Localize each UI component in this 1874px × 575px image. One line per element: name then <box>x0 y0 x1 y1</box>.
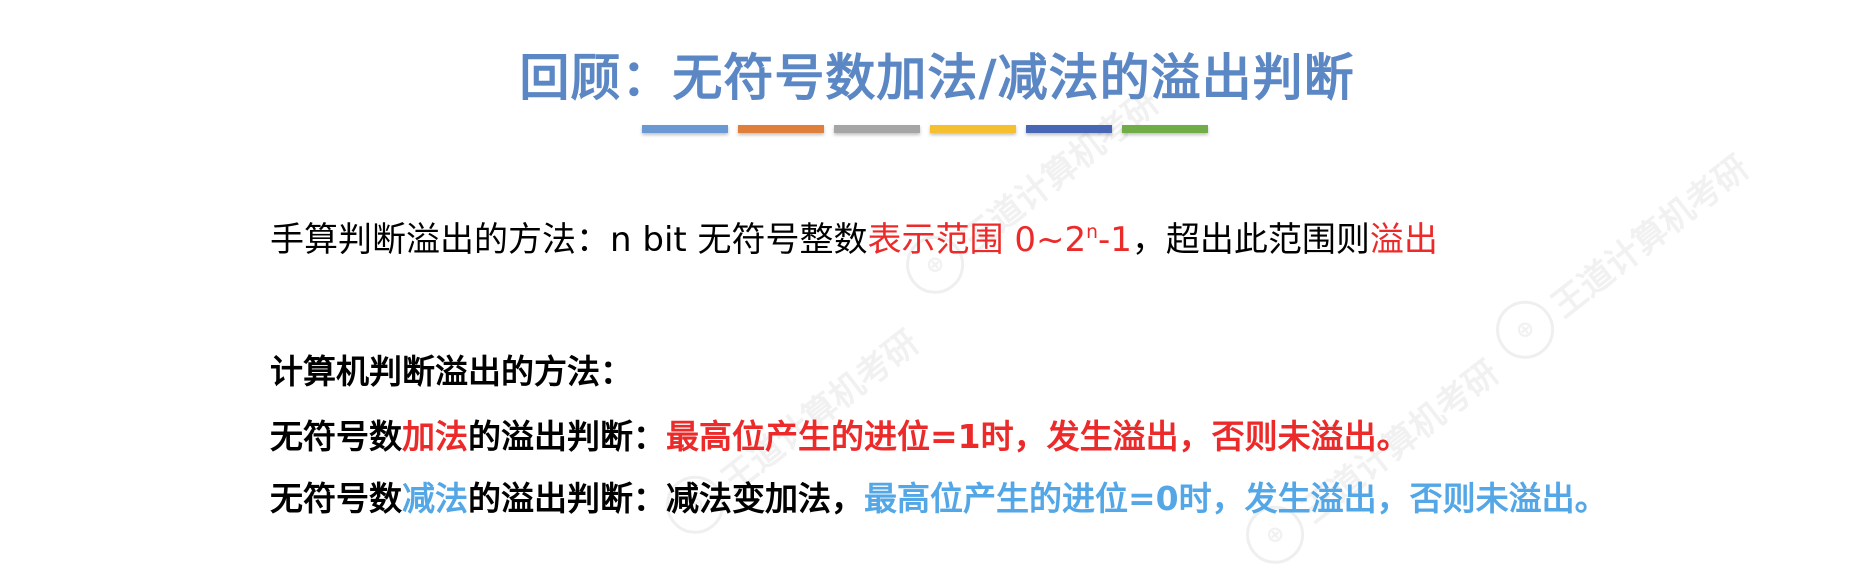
range-tail: -1 <box>1097 220 1132 260</box>
color-bar <box>930 125 1016 133</box>
addition-highlight: 加法 <box>402 417 468 456</box>
line4-prefix: 无符号数 <box>270 479 402 518</box>
subtraction-overflow-rule: 无符号数减法的溢出判断：减法变加法，最高位产生的进位=0时，发生溢出，否则未溢出… <box>270 472 1608 520</box>
color-bar <box>834 125 920 133</box>
color-bar <box>642 125 728 133</box>
range-exponent: n <box>1086 221 1098 243</box>
subtraction-highlight: 减法 <box>402 479 468 518</box>
color-bar <box>738 125 824 133</box>
watermark: ⊕ 王道计算机考研 <box>1484 138 1759 371</box>
line1-middle: ，超出此范围则 <box>1131 220 1370 260</box>
title-underline-bars <box>642 125 1208 133</box>
color-bar <box>1026 125 1112 133</box>
addition-overflow-rule: 无符号数加法的溢出判断：最高位产生的进位=1时，发生溢出，否则未溢出。 <box>270 410 1410 458</box>
range-highlight: 表示范围 0~2 <box>867 220 1087 260</box>
overflow-highlight: 溢出 <box>1369 220 1438 260</box>
page-title: 回顾：无符号数加法/减法的溢出判断 <box>519 48 1355 107</box>
watermark-text: 王道计算机考研 <box>1544 147 1757 326</box>
addition-rule-text: 最高位产生的进位=1时，发生溢出，否则未溢出。 <box>666 417 1410 456</box>
line1-prefix: 手算判断溢出的方法：n bit 无符号整数 <box>270 220 868 260</box>
manual-overflow-method: 手算判断溢出的方法：n bit 无符号整数表示范围 0~2n-1，超出此范围则溢… <box>270 212 1438 261</box>
watermark: ⊕ 王道计算机考研 <box>1234 343 1509 575</box>
line4-middle: 的溢出判断：减法变加法， <box>468 479 864 518</box>
computer-overflow-method-heading: 计算机判断溢出的方法： <box>270 352 633 391</box>
line3-prefix: 无符号数 <box>270 417 402 456</box>
subtraction-rule-text: 最高位产生的进位=0时，发生溢出，否则未溢出。 <box>864 479 1608 518</box>
line3-middle: 的溢出判断： <box>468 417 666 456</box>
color-bar <box>1122 125 1208 133</box>
